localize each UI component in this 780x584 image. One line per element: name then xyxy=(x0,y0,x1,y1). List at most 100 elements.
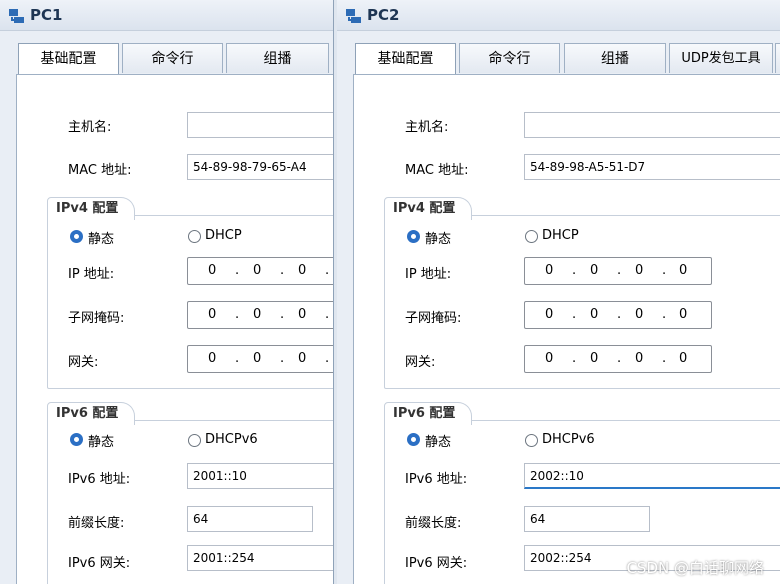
mask-octet-3: 0 xyxy=(298,307,307,322)
title-bar[interactable]: PC1 xyxy=(0,0,333,31)
tab-bar: 基础配置 命令行 组播 UDP发包工具 xyxy=(337,43,780,75)
hostname-label: 主机名: xyxy=(68,120,112,135)
ip-dot: . xyxy=(572,263,577,278)
ipv6-static-label: 静态 xyxy=(88,435,115,450)
ip-octet-1: 0 xyxy=(208,263,217,278)
gateway-dot: . xyxy=(572,351,577,366)
gateway-octet-2: 0 xyxy=(590,351,599,366)
mask-dot: . xyxy=(325,307,330,322)
mask-input[interactable]: 0 . 0 . 0 . 0 xyxy=(187,301,333,329)
gateway-octet-1: 0 xyxy=(545,351,554,366)
ip-octet-3: 0 xyxy=(635,263,644,278)
mask-octet-3: 0 xyxy=(635,307,644,322)
window-title: PC1 xyxy=(30,6,63,24)
ipv4-dhcp-radio[interactable] xyxy=(525,230,538,243)
ip-dot: . xyxy=(235,263,240,278)
ipv6-group-label: IPv6 配置 xyxy=(47,402,136,425)
tab-command-line[interactable]: 命令行 xyxy=(122,43,223,73)
pc-icon xyxy=(9,9,24,23)
ip-octet-1: 0 xyxy=(545,263,554,278)
gateway-dot: . xyxy=(235,351,240,366)
ip-label: IP 地址: xyxy=(68,267,115,282)
ipv6-addr-input[interactable]: 2001::10 xyxy=(187,463,333,489)
prefix-label: 前缀长度: xyxy=(405,516,462,531)
gateway-input[interactable]: 0 . 0 . 0 . 0 xyxy=(187,345,333,373)
ipv6-static-radio[interactable] xyxy=(407,433,420,446)
ipv6-gw-label: IPv6 网关: xyxy=(68,556,131,571)
ip-input[interactable]: 0 . 0 . 0 . 0 xyxy=(524,257,712,285)
tab-multicast[interactable]: 组播 xyxy=(564,43,666,73)
ipv6-gw-label: IPv6 网关: xyxy=(405,556,468,571)
mask-octet-1: 0 xyxy=(208,307,217,322)
mac-input[interactable]: 54-89-98-A5-51-D7 xyxy=(524,154,780,180)
config-panel: 主机名: MAC 地址: 54-89-98-79-65-A4 IPv4 配置 静… xyxy=(16,74,333,584)
gateway-dot: . xyxy=(662,351,667,366)
mask-label: 子网掩码: xyxy=(405,311,462,326)
mask-input[interactable]: 0 . 0 . 0 . 0 xyxy=(524,301,712,329)
ip-dot: . xyxy=(325,263,330,278)
tab-udp-tool[interactable]: UDP发包工具 xyxy=(669,43,773,73)
mask-label: 子网掩码: xyxy=(68,311,125,326)
ipv6-gw-input[interactable]: 2001::254 xyxy=(187,545,333,571)
ipv4-dhcp-radio[interactable] xyxy=(188,230,201,243)
prefix-label: 前缀长度: xyxy=(68,516,125,531)
mask-dot: . xyxy=(280,307,285,322)
ip-label: IP 地址: xyxy=(405,267,452,282)
ipv4-dhcp-label: DHCP xyxy=(542,228,579,243)
watermark: CSDN @白话聊网络 xyxy=(626,559,764,577)
ip-octet-3: 0 xyxy=(298,263,307,278)
ip-octet-2: 0 xyxy=(590,263,599,278)
tab-bar: 基础配置 命令行 组播 xyxy=(0,43,333,75)
gateway-dot: . xyxy=(280,351,285,366)
tab-command-line[interactable]: 命令行 xyxy=(459,43,560,73)
gateway-dot: . xyxy=(617,351,622,366)
mask-octet-1: 0 xyxy=(545,307,554,322)
ipv4-static-radio[interactable] xyxy=(407,230,420,243)
gateway-octet-4: 0 xyxy=(679,351,688,366)
tab-multicast[interactable]: 组播 xyxy=(226,43,329,73)
mask-octet-2: 0 xyxy=(590,307,599,322)
ip-input[interactable]: 0 . 0 . 0 . 0 xyxy=(187,257,333,285)
ipv6-addr-label: IPv6 地址: xyxy=(68,472,131,487)
ip-dot: . xyxy=(617,263,622,278)
ip-dot: . xyxy=(662,263,667,278)
ipv4-static-label: 静态 xyxy=(88,232,115,247)
gateway-octet-1: 0 xyxy=(208,351,217,366)
mask-dot: . xyxy=(617,307,622,322)
tab-basic-config[interactable]: 基础配置 xyxy=(355,43,456,75)
ipv4-group-label: IPv4 配置 xyxy=(384,197,473,220)
ipv4-static-label: 静态 xyxy=(425,232,452,247)
ipv6-dhcp-radio[interactable] xyxy=(525,434,538,447)
gateway-label: 网关: xyxy=(405,355,436,370)
ipv6-static-label: 静态 xyxy=(425,435,452,450)
ipv6-addr-label: IPv6 地址: xyxy=(405,472,468,487)
hostname-input[interactable] xyxy=(187,112,333,138)
ip-dot: . xyxy=(280,263,285,278)
hostname-input[interactable] xyxy=(524,112,780,138)
mac-input[interactable]: 54-89-98-79-65-A4 xyxy=(187,154,333,180)
ipv6-dhcp-radio[interactable] xyxy=(188,434,201,447)
ipv4-group-label: IPv4 配置 xyxy=(47,197,136,220)
gateway-dot: . xyxy=(325,351,330,366)
gateway-octet-3: 0 xyxy=(298,351,307,366)
hostname-label: 主机名: xyxy=(405,120,449,135)
config-panel: 主机名: MAC 地址: 54-89-98-A5-51-D7 IPv4 配置 静… xyxy=(353,74,780,584)
mask-dot: . xyxy=(235,307,240,322)
prefix-input[interactable]: 64 xyxy=(187,506,313,532)
gateway-input[interactable]: 0 . 0 . 0 . 0 xyxy=(524,345,712,373)
tab-overflow[interactable] xyxy=(775,43,780,73)
ip-octet-2: 0 xyxy=(253,263,262,278)
prefix-input[interactable]: 64 xyxy=(524,506,650,532)
pc1-window: PC1 基础配置 命令行 组播 主机名: MAC 地址: 54-89-98-79… xyxy=(0,0,334,584)
pc2-window: PC2 基础配置 命令行 组播 UDP发包工具 主机名: MAC 地址: 54-… xyxy=(337,0,780,584)
mac-label: MAC 地址: xyxy=(68,163,132,178)
tab-basic-config[interactable]: 基础配置 xyxy=(18,43,119,75)
mask-dot: . xyxy=(572,307,577,322)
gateway-octet-2: 0 xyxy=(253,351,262,366)
ipv4-static-radio[interactable] xyxy=(70,230,83,243)
gateway-label: 网关: xyxy=(68,355,99,370)
ipv6-group-label: IPv6 配置 xyxy=(384,402,473,425)
ipv6-addr-input[interactable]: 2002::10 xyxy=(524,463,780,489)
ipv6-static-radio[interactable] xyxy=(70,433,83,446)
title-bar[interactable]: PC2 xyxy=(337,0,780,31)
